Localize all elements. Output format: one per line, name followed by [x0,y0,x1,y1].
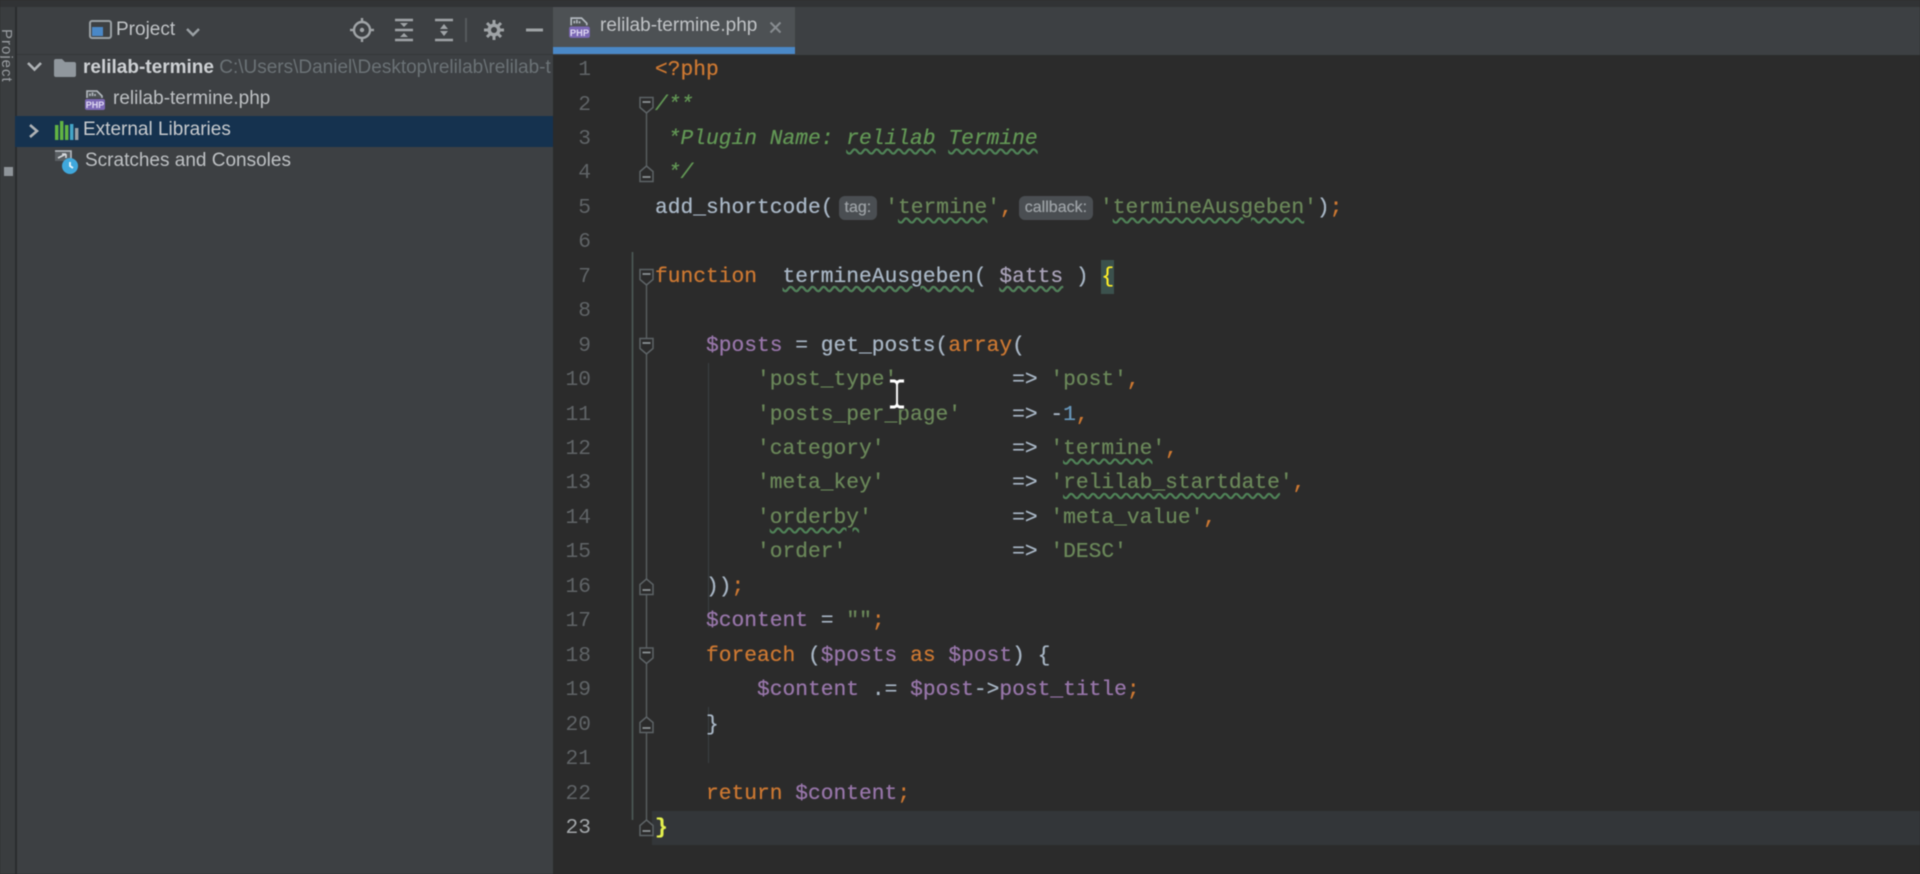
svg-text:PHP: PHP [86,100,105,110]
svg-text:PHP: PHP [570,28,589,38]
